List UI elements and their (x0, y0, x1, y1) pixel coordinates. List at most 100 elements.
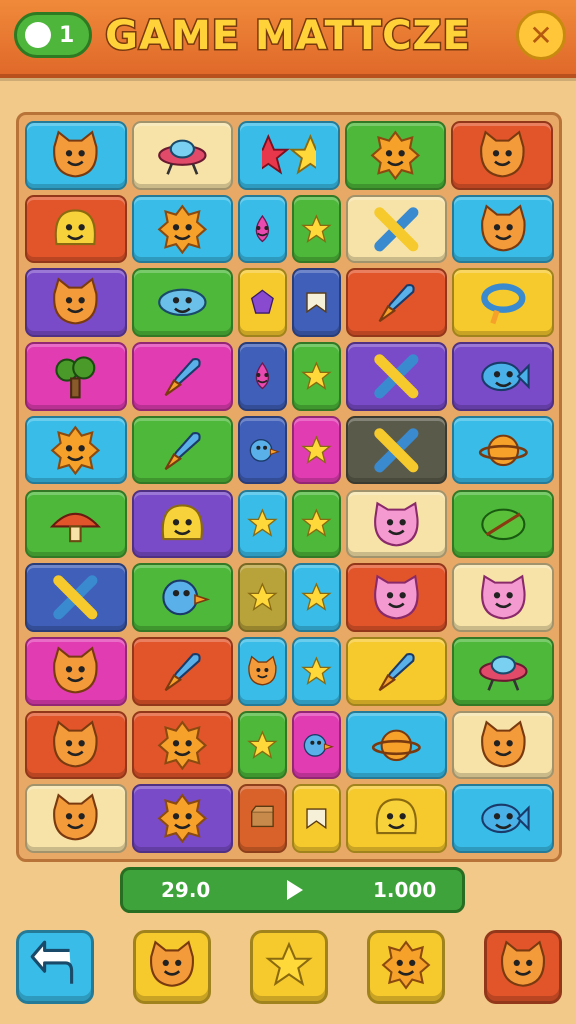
tile-r9-c2[interactable] (238, 784, 287, 853)
bird-icon (245, 433, 280, 468)
tile-r3-c3[interactable] (292, 342, 341, 411)
booster-sun-button[interactable] (367, 930, 445, 1004)
tile-r3-c1[interactable] (131, 342, 234, 411)
tile-r9-c5[interactable] (452, 784, 554, 853)
tile-r5-c2[interactable] (238, 489, 287, 559)
tile-r1-c3[interactable] (292, 194, 341, 264)
tile-r5-c0[interactable] (25, 489, 127, 559)
tile-r1-c5[interactable] (452, 194, 554, 264)
blob-icon (369, 791, 424, 846)
tile-r8-c4[interactable] (345, 710, 448, 780)
tile-r8-c1[interactable] (131, 710, 234, 780)
tile-r7-c5[interactable] (452, 636, 554, 706)
coin-icon (25, 22, 51, 48)
bird-icon (299, 728, 334, 763)
cat-icon (496, 938, 550, 996)
tile-r6-c4[interactable] (345, 563, 448, 632)
tile-r4-c3[interactable] (292, 415, 341, 485)
close-button[interactable]: ✕ (516, 10, 566, 60)
tile-r0-c2[interactable] (238, 121, 340, 190)
star-icon (262, 938, 316, 996)
tile-r5-c4[interactable] (345, 489, 448, 559)
tile-r3-c2[interactable] (238, 342, 287, 411)
score-current: 29.0 (161, 878, 211, 902)
tile-r4-c2[interactable] (238, 415, 287, 485)
tile-r1-c1[interactable] (131, 194, 234, 264)
rocket-icon (155, 349, 210, 404)
star-icon (299, 580, 334, 615)
tile-r6-c5[interactable] (452, 563, 554, 632)
tile-r0-c4[interactable] (451, 121, 553, 190)
tile-r9-c3[interactable] (292, 784, 341, 853)
tile-r5-c1[interactable] (131, 489, 234, 559)
tile-r7-c3[interactable] (292, 636, 341, 706)
undo-button[interactable] (16, 930, 94, 1004)
coin-counter[interactable]: 1 (14, 12, 92, 58)
drop-icon (245, 212, 280, 247)
tile-r8-c2[interactable] (238, 710, 287, 780)
tile-r2-c3[interactable] (292, 268, 341, 338)
tile-r0-c0[interactable] (25, 121, 127, 190)
mushroom-icon (48, 497, 103, 552)
cat-icon (245, 654, 280, 689)
tile-r1-c0[interactable] (25, 194, 127, 264)
cat-icon (48, 275, 103, 330)
booster-cat-button[interactable] (133, 930, 211, 1004)
tile-r1-c4[interactable] (345, 194, 448, 264)
score-bar: 29.0 1.000 (120, 867, 465, 913)
tile-r2-c0[interactable] (25, 268, 127, 338)
tile-r3-c4[interactable] (345, 342, 448, 411)
tile-r7-c4[interactable] (345, 636, 448, 706)
tile-r3-c5[interactable] (452, 342, 554, 411)
star-icon (245, 506, 280, 541)
tile-r9-c4[interactable] (345, 784, 448, 853)
tile-r7-c1[interactable] (131, 636, 234, 706)
sun-icon (379, 938, 433, 996)
cat-icon (476, 202, 531, 257)
drop-icon (245, 359, 280, 394)
star-icon (299, 359, 334, 394)
cat-icon (145, 938, 199, 996)
planet-icon (369, 718, 424, 773)
coin-count: 1 (59, 22, 75, 48)
tile-r8-c5[interactable] (452, 710, 554, 780)
fish-icon (476, 349, 531, 404)
tile-r6-c2[interactable] (238, 563, 287, 632)
tile-r8-c3[interactable] (292, 710, 341, 780)
ufo-icon (155, 128, 210, 183)
tile-r1-c2[interactable] (238, 194, 287, 264)
tile-r9-c1[interactable] (131, 784, 234, 853)
tile-r0-c3[interactable] (344, 121, 447, 190)
tile-r4-c0[interactable] (25, 415, 127, 485)
planet-icon (476, 423, 531, 478)
tile-r4-c4[interactable] (345, 415, 448, 485)
tile-r6-c3[interactable] (292, 563, 341, 632)
tile-r6-c0[interactable] (25, 563, 127, 632)
flag-icon (299, 285, 334, 320)
play-icon[interactable] (287, 880, 303, 900)
rocket-icon (155, 423, 210, 478)
sun-icon (368, 128, 423, 183)
leaf-icon (476, 497, 531, 552)
tile-r4-c5[interactable] (452, 415, 554, 485)
tile-r8-c0[interactable] (25, 710, 127, 780)
cross-icon (369, 202, 424, 257)
tile-r5-c5[interactable] (452, 489, 554, 559)
tile-r7-c2[interactable] (238, 636, 287, 706)
booster-star-button[interactable] (250, 930, 328, 1004)
tile-r9-c0[interactable] (25, 784, 127, 853)
tile-r6-c1[interactable] (131, 563, 234, 632)
star-icon (299, 506, 334, 541)
tile-r2-c4[interactable] (345, 268, 448, 338)
tile-r2-c2[interactable] (238, 268, 287, 338)
booster-frog-button[interactable] (484, 930, 562, 1004)
tile-r2-c5[interactable] (452, 268, 554, 338)
tree-icon (48, 349, 103, 404)
tile-r3-c0[interactable] (25, 342, 127, 411)
tile-r7-c0[interactable] (25, 636, 127, 706)
tile-r2-c1[interactable] (131, 268, 234, 338)
tile-r5-c3[interactable] (292, 489, 341, 559)
tile-r4-c1[interactable] (131, 415, 234, 485)
sun-icon (155, 718, 210, 773)
tile-r0-c1[interactable] (131, 121, 234, 190)
